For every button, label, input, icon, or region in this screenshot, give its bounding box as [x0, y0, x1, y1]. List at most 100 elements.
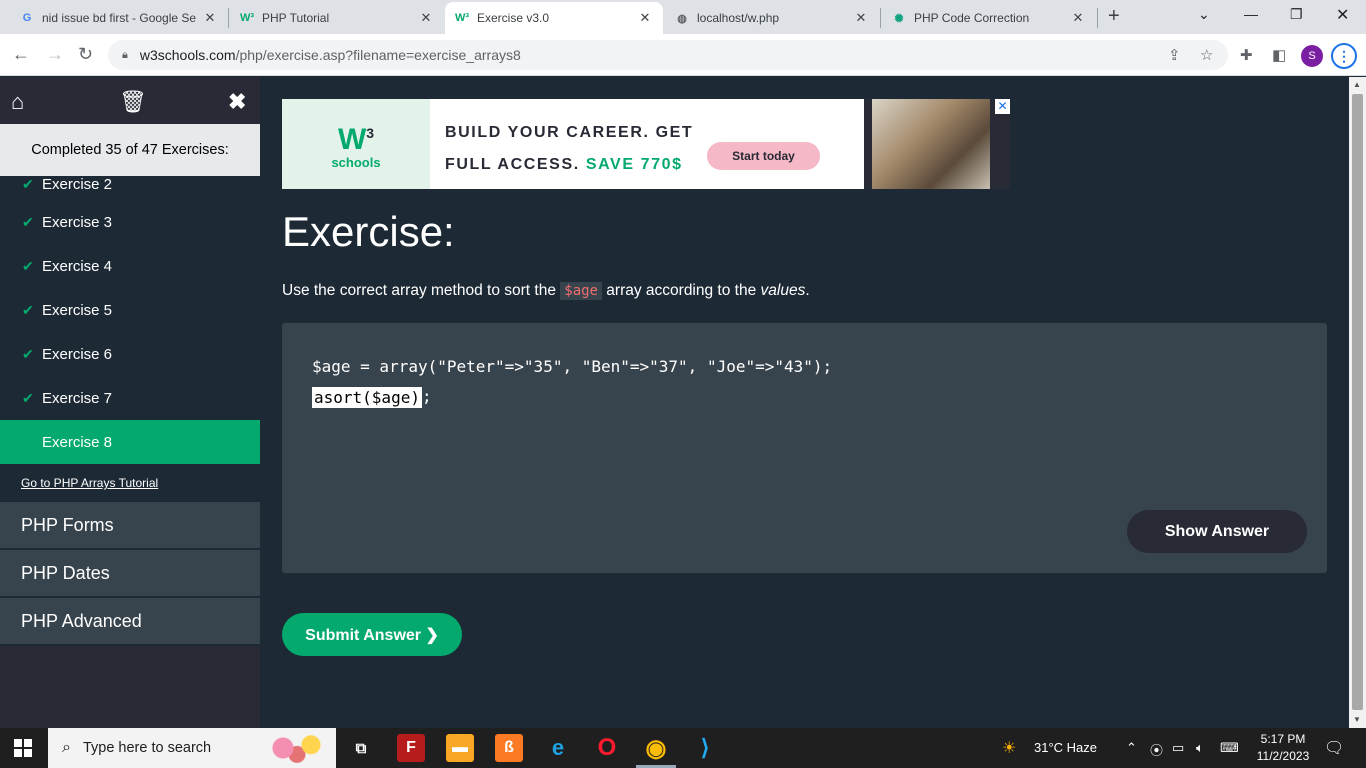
- code-semicolon: ;: [421, 387, 432, 406]
- restore-icon[interactable]: ❐: [1290, 6, 1303, 23]
- tab-google-search[interactable]: G nid issue bd first - Google Se ✕: [10, 2, 228, 34]
- scroll-up-icon[interactable]: ▲: [1353, 80, 1361, 89]
- exercise-item[interactable]: ✔ Exercise 6: [0, 332, 260, 376]
- browser-tab-bar: G nid issue bd first - Google Se ✕ W³ PH…: [0, 0, 1366, 34]
- keyboard-icon[interactable]: ⌨: [1220, 740, 1239, 756]
- clock-time: 5:17 PM: [1260, 732, 1306, 746]
- ad-line2: FULL ACCESS.: [445, 156, 586, 173]
- profile-avatar[interactable]: S: [1301, 45, 1323, 67]
- logo-3: 3: [366, 125, 375, 141]
- exercise-item[interactable]: ✔ Exercise 4: [0, 244, 260, 288]
- new-tab-button[interactable]: +: [1108, 5, 1120, 28]
- start-today-button[interactable]: Start today: [707, 142, 820, 170]
- close-icon[interactable]: ✕: [202, 10, 218, 26]
- exercise-item[interactable]: ✔ Exercise 7: [0, 376, 260, 420]
- task-view-icon[interactable]: ⧉: [347, 734, 375, 762]
- back-icon[interactable]: ←: [12, 44, 30, 65]
- file-explorer-icon[interactable]: ▬: [446, 734, 474, 762]
- edge-icon[interactable]: e: [544, 734, 572, 762]
- section-php-dates[interactable]: PHP Dates: [0, 550, 260, 598]
- answer-input[interactable]: asort($age): [312, 387, 422, 408]
- exercise-label: Exercise 2: [42, 176, 113, 193]
- check-icon: ✔: [22, 345, 34, 362]
- close-icon[interactable]: ✕: [853, 10, 869, 26]
- filezilla-icon[interactable]: F: [397, 734, 425, 762]
- tray-expand-icon[interactable]: ⌃: [1126, 740, 1137, 756]
- instr-code: $age: [560, 282, 602, 300]
- meet-icon[interactable]: ⦿: [1150, 740, 1163, 759]
- trash-icon[interactable]: 🗑︎: [119, 89, 147, 115]
- forward-icon[interactable]: →: [46, 44, 64, 65]
- w3schools-logo: W3 schools: [282, 99, 430, 189]
- windows-start-icon[interactable]: [14, 739, 32, 757]
- submit-answer-button[interactable]: Submit Answer ❯: [282, 613, 462, 656]
- bookmark-star-icon[interactable]: ☆: [1200, 46, 1213, 64]
- exercise-item-active[interactable]: Exercise 8: [0, 420, 260, 464]
- exercise-item[interactable]: ✔ Exercise 5: [0, 288, 260, 332]
- close-icon[interactable]: ✖: [228, 89, 246, 115]
- notification-icon[interactable]: 🗨︎: [1324, 738, 1344, 758]
- network-icon[interactable]: ▭: [1172, 740, 1184, 756]
- reload-icon[interactable]: ↻: [78, 44, 93, 65]
- section-php-forms[interactable]: PHP Forms: [0, 502, 260, 550]
- ad-headline: BUILD YOUR CAREER. GET FULL ACCESS. SAVE…: [445, 117, 693, 181]
- url-path: /php/exercise.asp?filename=exercise_arra…: [235, 47, 521, 63]
- exercise-label: Exercise 4: [42, 257, 113, 275]
- exercise-instruction: Use the correct array method to sort the…: [282, 282, 810, 300]
- vscode-icon[interactable]: ⟩: [691, 734, 719, 762]
- extensions-icon[interactable]: ✚: [1240, 46, 1253, 64]
- goto-tutorial-link[interactable]: Go to PHP Arrays Tutorial: [0, 464, 260, 502]
- weather-icon[interactable]: ☀: [1002, 738, 1016, 758]
- exercise-item[interactable]: ✔ Exercise 3: [0, 200, 260, 244]
- chrome-icon[interactable]: ◉: [642, 734, 670, 762]
- window-close-icon[interactable]: ✕: [1336, 5, 1349, 25]
- page-scrollbar[interactable]: ▲ ▼: [1349, 77, 1366, 728]
- xampp-icon[interactable]: ß: [495, 734, 523, 762]
- tab-title: nid issue bd first - Google Se: [42, 11, 197, 25]
- url-field[interactable]: 🔒︎ w3schools.com /php/exercise.asp?filen…: [108, 40, 1228, 70]
- show-answer-button[interactable]: Show Answer: [1127, 510, 1307, 553]
- close-icon[interactable]: ✕: [637, 10, 653, 26]
- opera-icon[interactable]: O: [593, 734, 621, 762]
- instr-text: Use the correct array method to sort the: [282, 282, 561, 299]
- taskbar-clock[interactable]: 5:17 PM 11/2/2023: [1248, 731, 1318, 765]
- tab-title: localhost/w.php: [697, 11, 780, 25]
- ad-banner[interactable]: W3 schools BUILD YOUR CAREER. GET FULL A…: [282, 99, 1010, 189]
- instr-emphasis: values: [760, 282, 806, 299]
- home-icon[interactable]: ⌂: [11, 89, 24, 115]
- code-line-1: $age = array("Peter"=>"35", "Ben"=>"37",…: [312, 357, 833, 376]
- ad-close-icon[interactable]: ✕: [995, 99, 1010, 114]
- volume-muted-icon[interactable]: 🔈︎: [1196, 740, 1204, 756]
- tab-exercise[interactable]: W³ Exercise v3.0 ✕: [445, 2, 663, 34]
- tab-php-tutorial[interactable]: W³ PHP Tutorial ✕: [230, 2, 444, 34]
- scroll-down-icon[interactable]: ▼: [1353, 715, 1361, 724]
- taskbar-search[interactable]: ⌕ Type here to search: [48, 728, 336, 768]
- code-line-2: asort($age) ;: [312, 387, 432, 408]
- exercise-list: ✔ Exercise 2 ✔ Exercise 3 ✔ Exercise 4 ✔…: [0, 176, 260, 502]
- tab-search-icon[interactable]: ⌄: [1198, 6, 1210, 23]
- exercise-sidebar: ⌂ 🗑︎ ✖ Completed 35 of 47 Exercises: ✔ E…: [0, 77, 260, 728]
- logo-schools: schools: [331, 155, 381, 170]
- browser-menu-icon[interactable]: ⋮: [1331, 43, 1357, 69]
- tab-localhost[interactable]: ◍ localhost/w.php ✕: [665, 2, 879, 34]
- tab-title: PHP Code Correction: [914, 11, 1030, 25]
- side-panel-icon[interactable]: ◧: [1272, 46, 1286, 64]
- sidebar-toolbar: ⌂ 🗑︎ ✖: [0, 77, 260, 124]
- scroll-thumb[interactable]: [1352, 94, 1363, 710]
- tab-title: PHP Tutorial: [262, 11, 330, 25]
- close-icon[interactable]: ✕: [418, 10, 434, 26]
- close-icon[interactable]: ✕: [1070, 10, 1086, 26]
- google-icon: G: [22, 12, 32, 24]
- clock-date: 11/2/2023: [1256, 749, 1310, 763]
- minimize-icon[interactable]: —: [1244, 6, 1258, 22]
- weather-text[interactable]: 31°C Haze: [1034, 740, 1097, 755]
- tab-php-code-correction[interactable]: ✺ PHP Code Correction ✕: [882, 2, 1096, 34]
- lock-icon[interactable]: 🔒︎: [122, 49, 128, 62]
- code-box: $age = array("Peter"=>"35", "Ben"=>"37",…: [282, 323, 1327, 573]
- exercise-label: Exercise 6: [42, 345, 113, 363]
- exercise-item[interactable]: ✔ Exercise 2: [0, 176, 260, 200]
- share-icon[interactable]: ⇪: [1168, 46, 1181, 64]
- section-php-advanced[interactable]: PHP Advanced: [0, 598, 260, 646]
- search-placeholder: Type here to search: [82, 740, 212, 756]
- w3schools-icon: W³: [454, 12, 470, 24]
